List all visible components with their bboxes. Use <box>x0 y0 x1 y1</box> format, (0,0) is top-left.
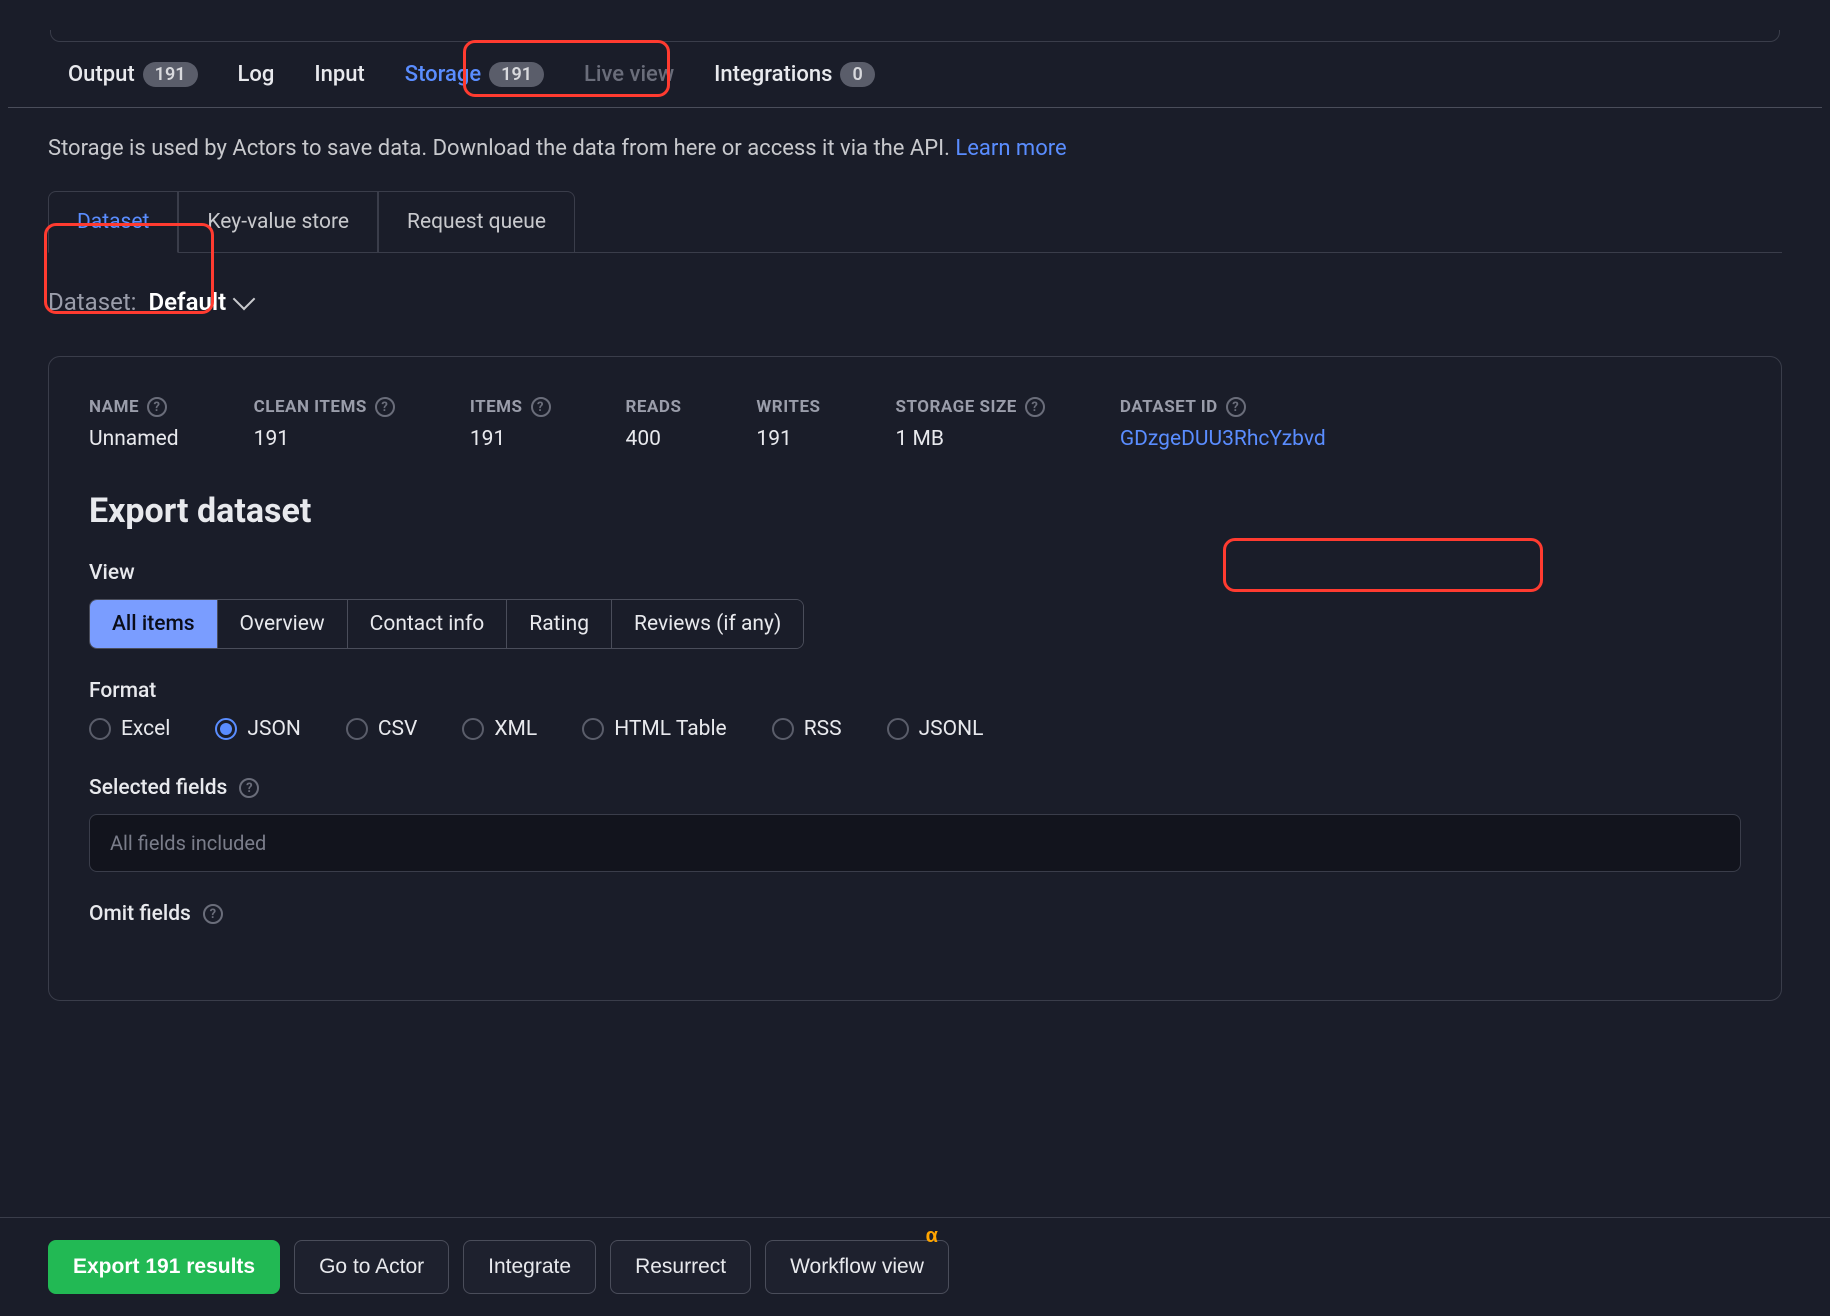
format-rss[interactable]: RSS <box>772 717 842 741</box>
tab-log-label: Log <box>238 62 275 87</box>
meta-reads-value: 400 <box>626 427 682 451</box>
radio-icon <box>215 718 237 740</box>
help-icon[interactable]: ? <box>239 778 259 798</box>
go-to-actor-button[interactable]: Go to Actor <box>294 1240 449 1294</box>
intro-text: Storage is used by Actors to save data. … <box>48 136 955 161</box>
tab-storage-badge: 191 <box>489 62 544 87</box>
format-html-table[interactable]: HTML Table <box>582 717 727 741</box>
main-tabs: Output 191 Log Input Storage 191 Live vi… <box>8 62 1822 108</box>
meta-dataset-id: DATASET ID? GDzgeDUU3RhcYzbvd <box>1120 397 1326 451</box>
dataset-panel: NAME? Unnamed CLEAN ITEMS? 191 ITEMS? 19… <box>48 356 1782 1001</box>
help-icon[interactable]: ? <box>531 397 551 417</box>
format-row: Excel JSON CSV XML HTML Table RSS JSONL <box>89 717 1741 741</box>
view-tabs: All items Overview Contact info Rating R… <box>89 599 804 649</box>
dataset-selector[interactable]: Dataset: Default <box>0 288 1830 316</box>
dataset-selector-value[interactable]: Default <box>149 288 253 316</box>
format-json[interactable]: JSON <box>215 717 300 741</box>
tab-live-view-label: Live view <box>584 62 674 87</box>
radio-icon <box>582 718 604 740</box>
meta-storage-size: STORAGE SIZE? 1 MB <box>895 397 1044 451</box>
resurrect-button[interactable]: Resurrect <box>610 1240 751 1294</box>
tab-output[interactable]: Output 191 <box>68 62 198 87</box>
tab-output-label: Output <box>68 62 135 87</box>
tab-integrations[interactable]: Integrations 0 <box>714 62 875 87</box>
radio-icon <box>346 718 368 740</box>
bottom-action-bar: Export 191 results Go to Actor Integrate… <box>0 1217 1830 1316</box>
selected-fields-label: Selected fields ? <box>89 776 1741 800</box>
format-label: Format <box>89 679 1741 703</box>
tab-input[interactable]: Input <box>314 62 364 87</box>
tab-integrations-label: Integrations <box>714 62 832 87</box>
tab-storage[interactable]: Storage 191 <box>405 62 544 87</box>
radio-icon <box>887 718 909 740</box>
help-icon[interactable]: ? <box>375 397 395 417</box>
help-icon[interactable]: ? <box>147 397 167 417</box>
storage-intro: Storage is used by Actors to save data. … <box>0 136 1830 161</box>
format-xml[interactable]: XML <box>462 717 537 741</box>
dataset-selector-label: Dataset: <box>48 288 137 316</box>
export-results-button[interactable]: Export 191 results <box>48 1240 280 1294</box>
meta-writes: WRITES 191 <box>756 397 820 451</box>
meta-name-value: Unnamed <box>89 427 179 451</box>
view-tab-overview[interactable]: Overview <box>218 600 348 648</box>
meta-storage-size-value: 1 MB <box>895 427 1044 451</box>
format-csv[interactable]: CSV <box>346 717 418 741</box>
meta-clean-items-value: 191 <box>254 427 395 451</box>
sub-tab-dataset[interactable]: Dataset <box>48 191 178 253</box>
radio-icon <box>772 718 794 740</box>
tab-storage-label: Storage <box>405 62 481 87</box>
meta-dataset-id-value[interactable]: GDzgeDUU3RhcYzbvd <box>1120 427 1326 451</box>
sub-tab-request-queue[interactable]: Request queue <box>378 191 575 253</box>
tab-integrations-badge: 0 <box>840 62 874 87</box>
radio-icon <box>89 718 111 740</box>
export-heading: Export dataset <box>89 491 1741 531</box>
sub-tab-kv-store[interactable]: Key-value store <box>178 191 378 253</box>
view-tab-rating[interactable]: Rating <box>507 600 612 648</box>
integrate-button[interactable]: Integrate <box>463 1240 596 1294</box>
format-jsonl[interactable]: JSONL <box>887 717 984 741</box>
tab-live-view[interactable]: Live view <box>584 62 674 87</box>
chevron-down-icon <box>233 288 256 311</box>
tab-output-badge: 191 <box>143 62 198 87</box>
meta-reads: READS 400 <box>626 397 682 451</box>
view-tab-contact-info[interactable]: Contact info <box>348 600 508 648</box>
alpha-badge: α <box>926 1225 938 1248</box>
help-icon[interactable]: ? <box>203 904 223 924</box>
storage-sub-tabs: Dataset Key-value store Request queue <box>48 191 1782 253</box>
tab-log[interactable]: Log <box>238 62 275 87</box>
dataset-meta-row: NAME? Unnamed CLEAN ITEMS? 191 ITEMS? 19… <box>89 397 1741 451</box>
meta-name: NAME? Unnamed <box>89 397 179 451</box>
workflow-view-button[interactable]: α Workflow view <box>765 1240 949 1294</box>
selected-fields-input[interactable]: All fields included <box>89 814 1741 872</box>
tab-input-label: Input <box>314 62 364 87</box>
view-tab-all-items[interactable]: All items <box>90 600 218 648</box>
omit-fields-label: Omit fields ? <box>89 902 1741 926</box>
meta-items-value: 191 <box>470 427 551 451</box>
view-label: View <box>89 561 1741 585</box>
meta-clean-items: CLEAN ITEMS? 191 <box>254 397 395 451</box>
meta-items: ITEMS? 191 <box>470 397 551 451</box>
help-icon[interactable]: ? <box>1025 397 1045 417</box>
view-tab-reviews[interactable]: Reviews (if any) <box>612 600 803 648</box>
meta-writes-value: 191 <box>756 427 820 451</box>
radio-icon <box>462 718 484 740</box>
format-excel[interactable]: Excel <box>89 717 170 741</box>
learn-more-link[interactable]: Learn more <box>955 136 1066 161</box>
top-bar-fragment <box>50 30 1780 42</box>
help-icon[interactable]: ? <box>1226 397 1246 417</box>
